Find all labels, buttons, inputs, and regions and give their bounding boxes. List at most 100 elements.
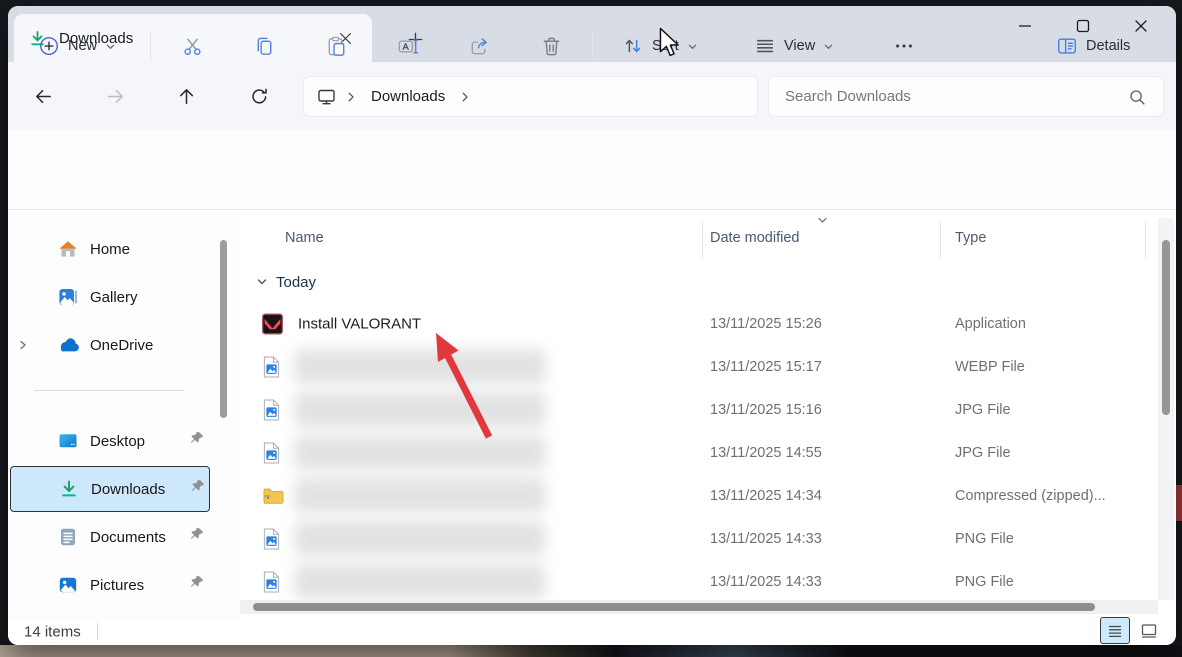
sidebar-item-pictures[interactable]: Pictures [10, 561, 210, 609]
image-file-icon [262, 355, 281, 378]
group-header-today[interactable]: Today [240, 262, 316, 302]
image-file-icon [262, 570, 281, 593]
details-view-toggle[interactable] [1100, 617, 1130, 644]
rename-icon[interactable] [384, 22, 432, 70]
thumbnails-view-toggle[interactable] [1134, 617, 1164, 644]
pin-icon [190, 431, 204, 451]
file-rows: Install VALORANT 13/11/2025 15:26 Applicat… [240, 302, 1145, 603]
pin-icon [191, 479, 205, 499]
file-date-modified: 13/11/2025 15:17 [710, 358, 822, 375]
vertical-scrollbar[interactable] [1158, 218, 1174, 600]
new-label: New [68, 38, 98, 54]
sidebar-item-gallery[interactable]: Gallery [10, 273, 210, 321]
sort-descending-icon [816, 212, 829, 230]
image-file-icon [262, 441, 281, 464]
pin-icon [190, 527, 204, 547]
items-count: 14 items [24, 623, 81, 640]
delete-icon[interactable] [527, 22, 575, 70]
desktop-wallpaper-sliver [1176, 485, 1182, 521]
sidebar-list: Home Gallery OneDrive Desktop Downloads Docum… [10, 225, 220, 609]
status-bar: 14 items [8, 617, 1176, 645]
chevron-down-icon [106, 44, 115, 49]
horizontal-scrollbar[interactable] [240, 600, 1158, 614]
sidebar-item-label: Home [90, 240, 131, 258]
blurred-file-name [294, 521, 546, 556]
sidebar-item-onedrive[interactable]: OneDrive [10, 321, 210, 369]
valorant-app-icon [262, 313, 283, 334]
horizontal-scrollbar-thumb[interactable] [253, 603, 1095, 611]
file-type: Compressed (zipped)... [955, 487, 1106, 504]
file-row-blurred[interactable]: 13/11/2025 14:34 Compressed (zipped)... [240, 474, 1145, 517]
more-icon[interactable] [880, 22, 928, 70]
gallery-icon [56, 287, 80, 307]
sidebar-item-documents[interactable]: Documents [10, 513, 210, 561]
sort-icon [625, 39, 641, 53]
toolbar-divider [150, 32, 151, 60]
documents-icon [56, 527, 80, 547]
file-row-blurred[interactable]: 13/11/2025 14:33 PNG File [240, 517, 1145, 560]
sidebar: Home Gallery OneDrive Desktop Downloads Docum… [8, 210, 240, 618]
desktop-icon [56, 431, 80, 451]
details-label: Details [1086, 38, 1131, 54]
chevron-right-icon[interactable] [345, 91, 357, 103]
blurred-file-name [294, 392, 546, 427]
onedrive-icon [56, 337, 80, 353]
sidebar-item-desktop[interactable]: Desktop [10, 417, 210, 465]
command-bar [8, 130, 1176, 210]
file-type: Application [955, 315, 1026, 332]
details-button[interactable]: Details [1048, 29, 1138, 63]
file-date-modified: 13/11/2025 14:33 [710, 530, 822, 547]
cut-icon[interactable] [168, 22, 216, 70]
file-type: PNG File [955, 530, 1014, 547]
view-button[interactable]: View [746, 29, 842, 63]
sidebar-item-downloads[interactable]: Downloads [10, 466, 210, 512]
vertical-scrollbar-thumb[interactable] [1162, 240, 1170, 415]
share-icon[interactable] [455, 22, 503, 70]
view-icon [756, 39, 774, 53]
column-header-name[interactable]: Name [285, 230, 324, 246]
file-date-modified: 13/11/2025 14:55 [710, 444, 822, 461]
sidebar-item-label: OneDrive [90, 336, 154, 354]
details-pane-icon [1058, 38, 1076, 54]
pin-icon [190, 575, 204, 595]
downloads-icon [57, 479, 81, 499]
file-date-modified: 13/11/2025 15:16 [710, 401, 822, 418]
sort-button[interactable]: Sort [614, 29, 706, 63]
sort-label: Sort [652, 38, 679, 54]
breadcrumb-downloads[interactable]: Downloads [365, 88, 451, 105]
home-icon [56, 239, 80, 259]
file-row-blurred[interactable]: 13/11/2025 14:55 JPG File [240, 431, 1145, 474]
file-row-blurred[interactable]: 13/11/2025 15:17 WEBP File [240, 345, 1145, 388]
paste-icon[interactable] [312, 22, 360, 70]
file-row-blurred[interactable]: 13/11/2025 14:33 PNG File [240, 560, 1145, 603]
copy-icon[interactable] [240, 22, 288, 70]
group-label: Today [276, 273, 317, 291]
column-header-date[interactable]: Date modified [710, 230, 799, 246]
sidebar-divider [34, 390, 184, 391]
new-button[interactable]: New [30, 29, 124, 63]
chevron-right-icon[interactable] [459, 91, 471, 103]
file-type: JPG File [955, 401, 1011, 418]
search-icon[interactable] [1127, 87, 1147, 107]
blurred-file-name [294, 435, 546, 470]
column-header-type[interactable]: Type [955, 230, 986, 246]
pictures-icon [56, 575, 80, 595]
this-pc-icon [316, 86, 337, 107]
screen: Downloads Downloads Search Downloads New… [0, 0, 1182, 657]
search-placeholder: Search Downloads [785, 88, 911, 105]
minimize-icon[interactable] [996, 6, 1054, 46]
sidebar-scrollbar[interactable] [220, 240, 227, 418]
chevron-down-icon [688, 44, 696, 49]
file-row-blurred[interactable]: 13/11/2025 15:16 JPG File [240, 388, 1145, 431]
file-row-install-valorant[interactable]: Install VALORANT 13/11/2025 15:26 Applicat… [240, 302, 1145, 345]
file-date-modified: 13/11/2025 15:26 [710, 315, 822, 332]
column-divider[interactable] [702, 222, 703, 258]
main-area: Home Gallery OneDrive Desktop Downloads Docum… [8, 210, 1176, 618]
view-label: View [784, 38, 816, 54]
column-divider[interactable] [940, 222, 941, 258]
image-file-icon [262, 398, 281, 421]
chevron-down-icon[interactable] [256, 276, 268, 288]
chevron-right-icon[interactable] [10, 339, 36, 351]
column-divider[interactable] [1145, 222, 1146, 258]
sidebar-item-home[interactable]: Home [10, 225, 210, 273]
